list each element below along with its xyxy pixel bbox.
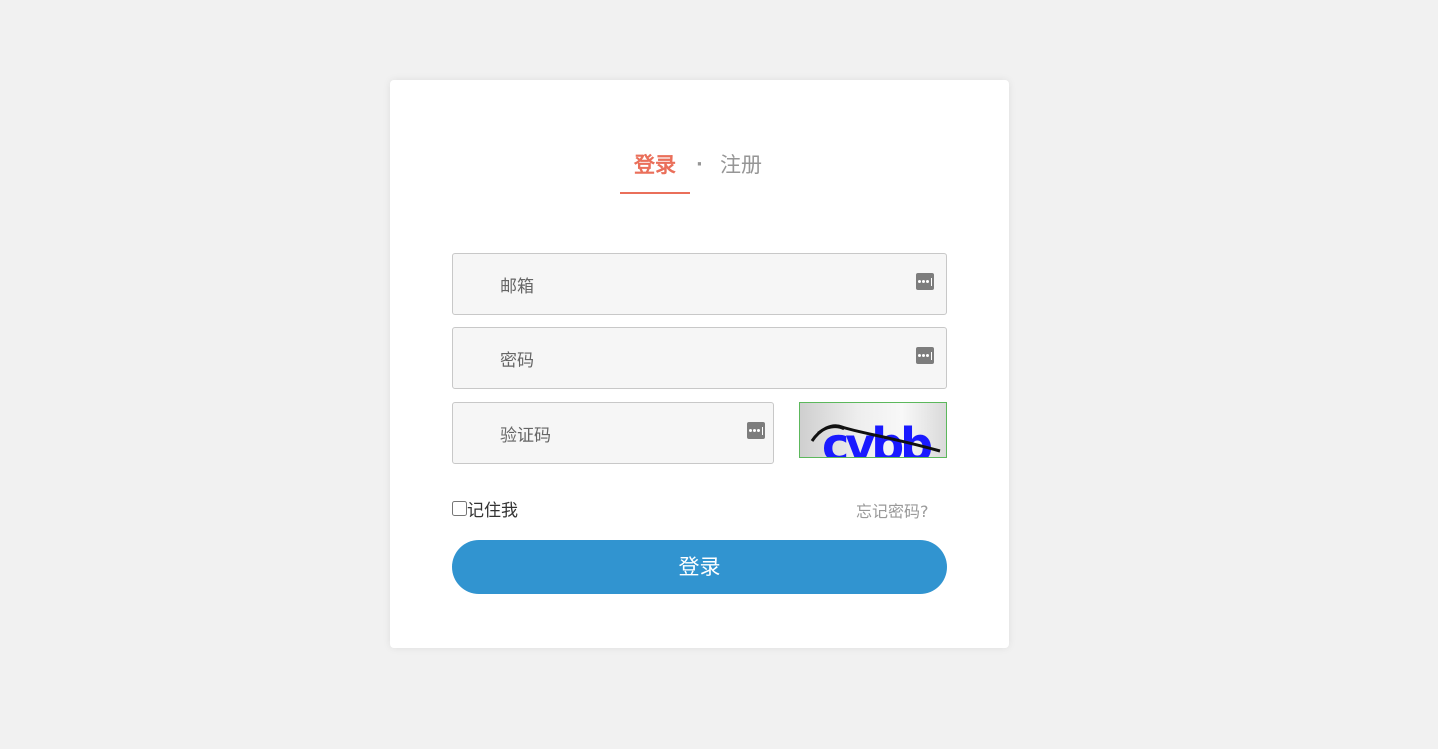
forgot-password-link[interactable]: 忘记密码? <box>856 498 929 522</box>
captcha-text: cvbb <box>822 418 931 458</box>
password-manager-icon[interactable] <box>747 422 765 439</box>
captcha-field-wrapper <box>452 402 774 464</box>
tab-login[interactable]: 登录 <box>620 148 690 194</box>
remember-me[interactable]: 记住我 <box>452 496 518 521</box>
captcha-image[interactable]: cvbb <box>799 402 947 458</box>
password-field-wrapper <box>452 327 947 389</box>
captcha-field[interactable] <box>453 403 773 463</box>
tab-register[interactable]: 注册 <box>720 148 768 182</box>
remember-me-checkbox[interactable] <box>452 500 467 516</box>
login-button[interactable]: 登录 <box>452 540 947 594</box>
auth-tabs: 登录 · 注册 <box>0 148 1438 194</box>
remember-me-label: 记住我 <box>467 500 518 521</box>
password-field[interactable] <box>453 328 946 388</box>
tab-separator: · <box>696 154 703 175</box>
email-field-wrapper <box>452 253 947 315</box>
password-manager-icon[interactable] <box>916 273 934 290</box>
password-manager-icon[interactable] <box>916 347 934 364</box>
email-field[interactable] <box>453 254 946 314</box>
